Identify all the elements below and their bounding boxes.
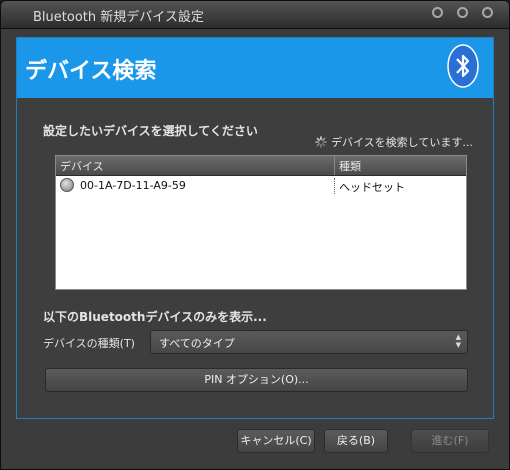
content-panel: デバイス検索 設定したいデバイスを選択してください デバイスを検索しています..… — [16, 37, 494, 419]
filter-heading: 以下のBluetoothデバイスのみを表示... — [43, 310, 267, 324]
page-header: デバイス検索 — [17, 38, 493, 98]
page-title: デバイス検索 — [25, 59, 157, 84]
window-title: Bluetooth 新規デバイス設定 — [33, 10, 204, 25]
column-type[interactable]: 種類 — [339, 158, 361, 174]
device-type-select[interactable]: すべてのタイプ ▲ ▼ — [150, 330, 468, 354]
pin-options-button[interactable]: PIN オプション(O)... — [45, 368, 468, 392]
headset-icon — [60, 178, 74, 192]
search-status: デバイスを検索しています... — [315, 134, 473, 150]
next-button[interactable]: 進む(F) — [411, 429, 489, 453]
device-list-header: デバイス 種類 — [56, 156, 466, 176]
title-bar[interactable]: Bluetooth 新規デバイス設定 — [1, 1, 509, 29]
column-device[interactable]: デバイス — [60, 158, 104, 174]
search-status-text: デバイスを検索しています... — [331, 136, 473, 149]
bluetooth-icon — [447, 44, 479, 88]
updown-arrows-icon: ▲ ▼ — [455, 333, 461, 349]
device-address: 00-1A-7D-11-A9-59 — [80, 179, 186, 192]
list-item[interactable]: 00-1A-7D-11-A9-59 ヘッドセット — [56, 176, 466, 196]
back-button[interactable]: 戻る(B) — [324, 429, 388, 453]
device-type-value: すべてのタイプ — [159, 337, 235, 350]
device-type-label: デバイスの種類(T) — [43, 337, 135, 350]
cancel-button[interactable]: キャンセル(C) — [237, 429, 315, 453]
device-list[interactable]: デバイス 種類 00-1A-7D-11-A9-59 ヘッドセット — [55, 155, 467, 290]
spinner-icon — [315, 136, 327, 148]
minimize-button[interactable] — [432, 7, 443, 18]
close-button[interactable] — [482, 7, 493, 18]
maximize-button[interactable] — [457, 7, 468, 18]
bluetooth-wizard-window: Bluetooth 新規デバイス設定 デバイス検索 設定したいデバイスを選択して… — [0, 0, 510, 470]
select-device-prompt: 設定したいデバイスを選択してください — [43, 124, 258, 138]
device-type: ヘッドセット — [339, 181, 405, 194]
